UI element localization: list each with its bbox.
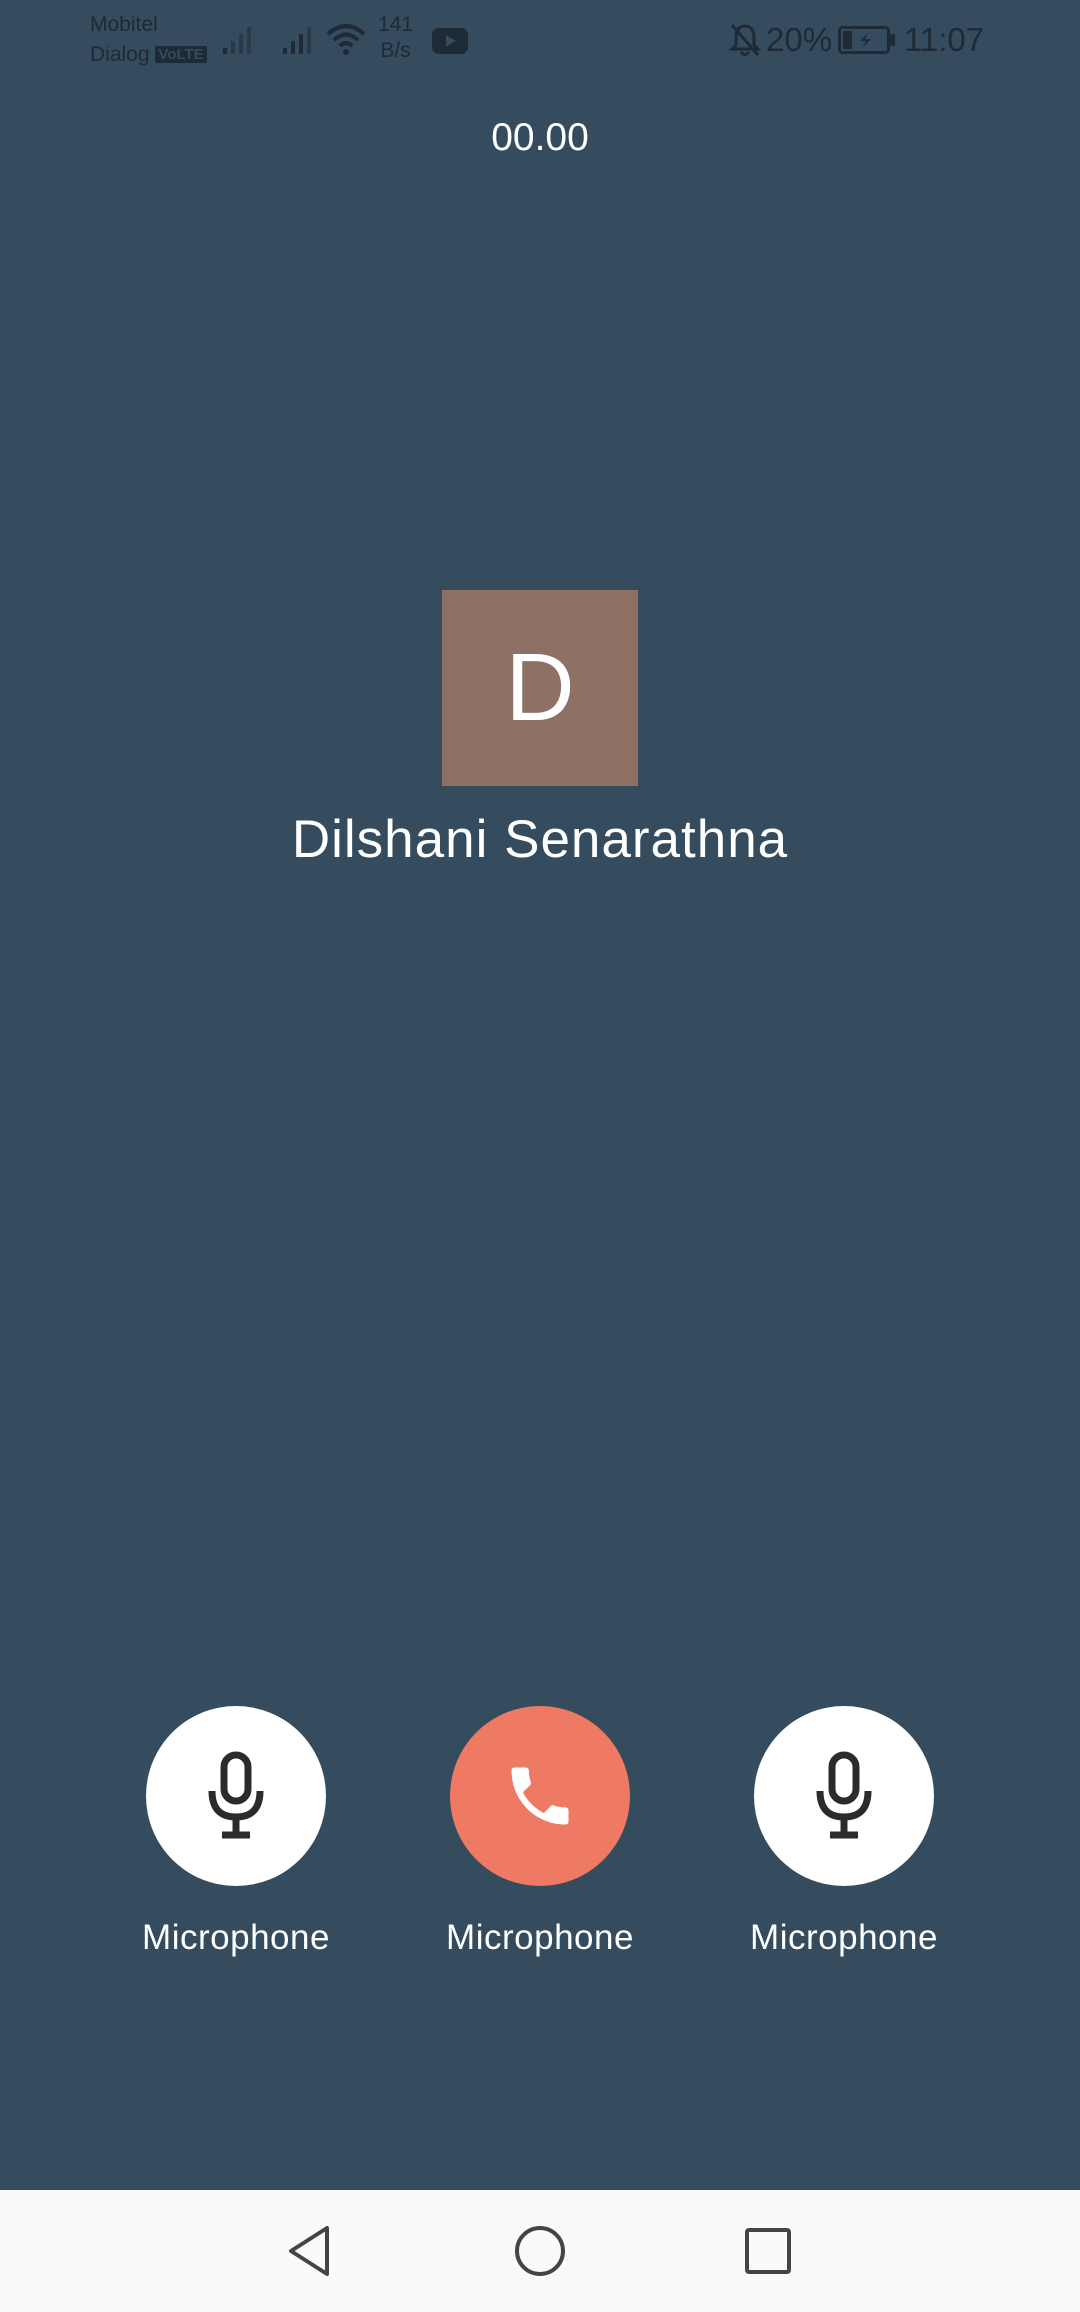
carrier-1-label: Mobitel	[90, 13, 158, 36]
status-bar: Mobitel Dialog VoLTE 141 B/s 20% 11:07	[0, 0, 1080, 80]
signal-icon	[283, 27, 311, 54]
carrier-info: Mobitel Dialog VoLTE	[90, 10, 207, 70]
nav-home-button[interactable]	[480, 2190, 600, 2312]
net-speed: 141 B/s	[378, 12, 413, 64]
carrier-2-row: Dialog VoLTE	[90, 40, 207, 70]
phone-icon	[511, 1767, 569, 1825]
nav-recents-button[interactable]	[708, 2190, 828, 2312]
microphone-button-right[interactable]	[754, 1706, 934, 1886]
caller-name: Dilshani Senarathna	[291, 810, 789, 869]
net-speed-value: 141	[378, 13, 414, 36]
battery-percent: 20%	[766, 21, 833, 58]
youtube-icon	[432, 28, 468, 54]
carrier-2-label: Dialog	[90, 43, 150, 66]
battery-charging-icon	[838, 26, 895, 54]
microphone-button-left[interactable]	[146, 1706, 326, 1886]
status-clock: 11:07	[904, 21, 985, 58]
microphone-label-middle: Microphone	[446, 1918, 634, 1957]
recents-icon	[745, 2228, 791, 2274]
microphone-label-right: Microphone	[750, 1918, 938, 1957]
end-call-button[interactable]	[450, 1706, 630, 1886]
call-screen: Mobitel Dialog VoLTE 141 B/s 20% 11:07 0…	[0, 0, 1080, 2312]
wifi-icon	[326, 24, 366, 55]
home-icon	[515, 2226, 565, 2276]
navigation-bar	[0, 2190, 1080, 2312]
microphone-icon	[208, 1751, 264, 1839]
caller-avatar: D	[442, 590, 638, 786]
back-icon	[289, 2226, 329, 2276]
call-timer: 00.00	[491, 116, 589, 159]
microphone-icon	[816, 1751, 872, 1839]
signal-icon	[223, 27, 251, 54]
volte-badge: VoLTE	[155, 46, 207, 63]
net-speed-unit: B/s	[380, 39, 411, 62]
bell-off-icon	[728, 24, 762, 56]
microphone-label-left: Microphone	[142, 1918, 330, 1957]
nav-back-button[interactable]	[250, 2190, 370, 2312]
